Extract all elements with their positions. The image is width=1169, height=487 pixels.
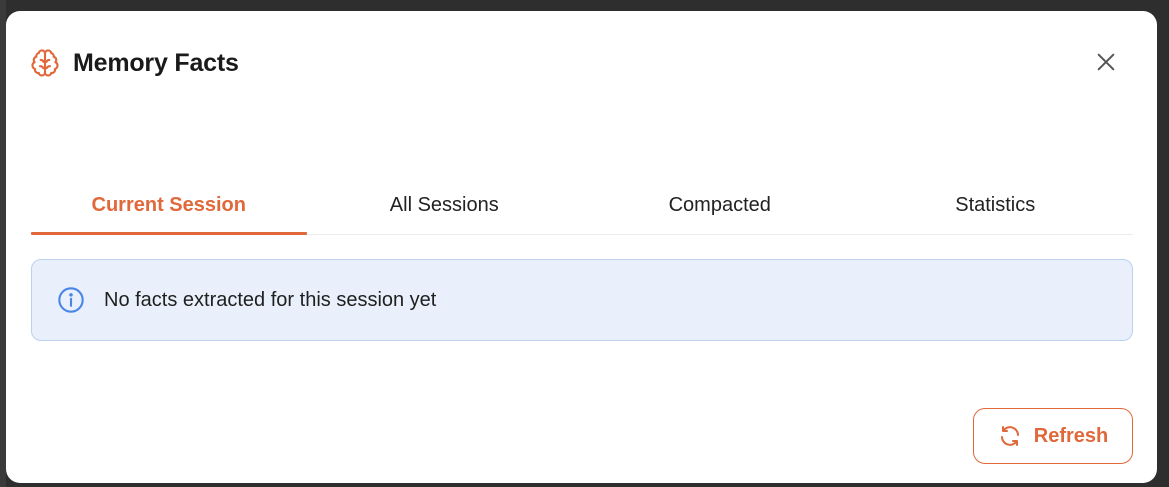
tab-all-sessions[interactable]: All Sessions: [307, 176, 583, 234]
alert-message: No facts extracted for this session yet: [104, 288, 437, 311]
tab-bar: Current Session All Sessions Compacted S…: [31, 176, 1133, 235]
tab-current-session[interactable]: Current Session: [31, 176, 307, 235]
refresh-label: Refresh: [1033, 424, 1109, 447]
tab-compacted[interactable]: Compacted: [582, 176, 858, 234]
refresh-icon: [998, 424, 1022, 448]
brain-icon: [30, 48, 60, 78]
tab-statistics[interactable]: Statistics: [858, 176, 1134, 234]
modal-header: Memory Facts: [30, 47, 239, 79]
close-button[interactable]: [1093, 49, 1119, 75]
info-icon: [57, 286, 85, 314]
close-icon: [1095, 51, 1117, 73]
empty-state-alert: No facts extracted for this session yet: [31, 259, 1133, 341]
memory-facts-modal: Memory Facts Current Session All Session…: [6, 11, 1157, 483]
refresh-button[interactable]: Refresh: [973, 408, 1133, 464]
modal-title: Memory Facts: [73, 48, 239, 77]
